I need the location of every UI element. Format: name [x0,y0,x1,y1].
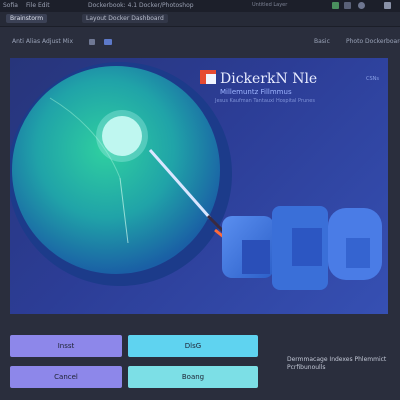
brush-icon[interactable] [89,39,95,45]
artwork-graphic [10,62,382,290]
close-icon[interactable] [384,2,391,9]
info-line-2: Pcrfibunoulls [287,364,326,371]
glow-orb [102,116,142,156]
window-icon[interactable] [332,2,339,9]
canvas-headline: DickerkN Nle [220,71,318,87]
menu-label[interactable]: File Edit [26,1,50,10]
window-title: Dockerbook: 4.1 Docker/Photoshop [88,2,194,9]
artwork-canvas[interactable]: DickerkN Nle Millemuntz Fillmmus Jesus K… [10,58,388,314]
layers-icon[interactable] [104,39,112,45]
button-3[interactable]: Cancel [10,366,122,388]
toolbar: Anti Alias Adjust Mix Basic Photo Docker… [0,30,400,52]
info-line-1: Dermmacage Indexes Phlemmict [287,356,387,363]
button-2[interactable]: DlsG [128,335,258,357]
canvas-tagline: Jesus Kaufman Tantauxi Hospital Prunes [215,98,315,104]
user-icon[interactable] [358,2,365,9]
toolbar-right-label-2[interactable]: Photo Dockerboard [346,38,400,46]
toolbar-right-label[interactable]: Basic [314,38,330,46]
right-label: Untitled Layer [252,2,288,8]
canvas-tag: CSNs [366,76,380,82]
button-1[interactable]: Insst [10,335,122,357]
tab-brainstorm[interactable]: Brainstorm [6,14,48,23]
tab-bar: Brainstorm Layout Docker Dashboard [0,12,400,27]
toolbar-options[interactable]: Anti Alias Adjust Mix [12,38,73,46]
tab-layout-docker[interactable]: Layout Docker Dashboard [82,14,168,23]
app-label[interactable]: Sofia [3,1,18,10]
canvas-subline: Millemuntz Fillmmus [220,88,292,96]
button-4[interactable]: Boang [128,366,258,388]
settings-icon[interactable] [344,2,351,9]
